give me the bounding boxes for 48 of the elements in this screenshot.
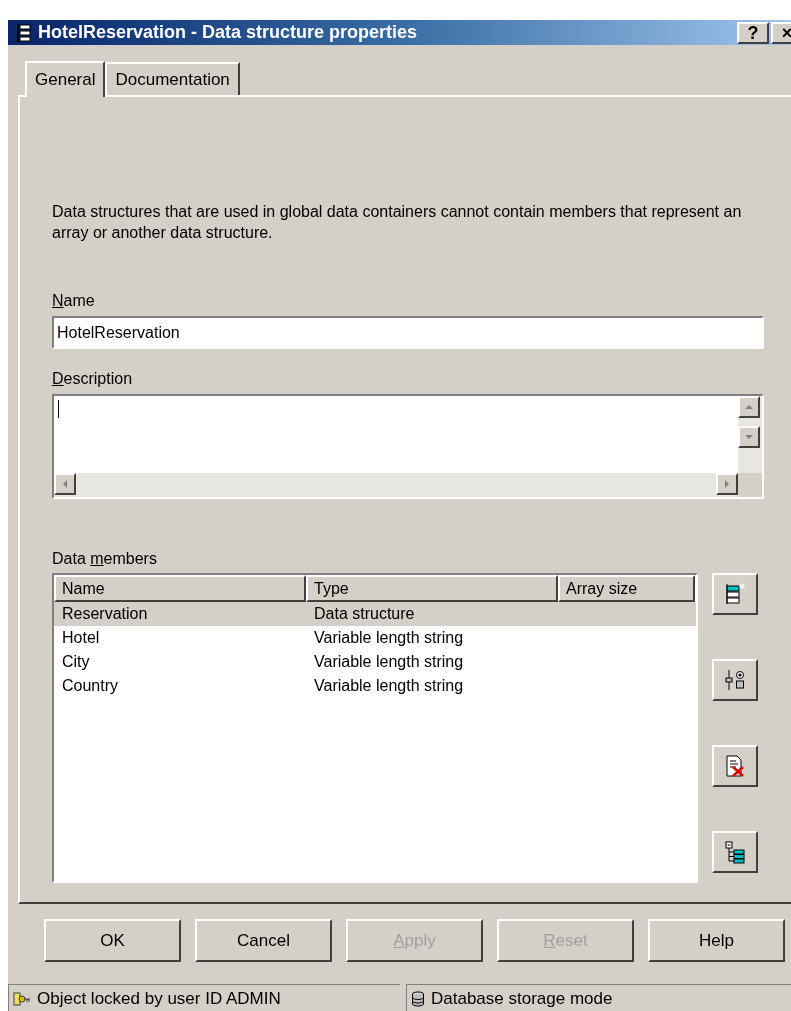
table-cell-text: Variable length string	[313, 652, 465, 672]
help-button[interactable]: ?	[737, 21, 769, 44]
tool-button[interactable]	[712, 745, 758, 787]
table-cell-text: Variable length string	[313, 628, 465, 648]
description-field[interactable]	[52, 394, 764, 499]
tree-structure-icon	[724, 840, 746, 864]
field-label: Description	[52, 369, 134, 389]
scroll-down-button[interactable]	[738, 426, 760, 448]
list-row[interactable]: Hotel Variable length string	[54, 626, 696, 650]
scrollbar-corner	[738, 473, 762, 497]
scroll-up-button[interactable]	[738, 396, 760, 418]
scroll-right-button[interactable]	[716, 473, 738, 495]
field-label: Data members	[52, 549, 158, 569]
field-label: Name	[52, 291, 96, 311]
tool-button[interactable]	[712, 659, 758, 701]
text-cursor	[58, 400, 59, 418]
info-text: Data structures that are used in global data containers cannot contain members that represent an array or another data structure.	[52, 202, 743, 243]
app-icon	[16, 22, 32, 43]
delete-document-icon	[724, 754, 746, 778]
list-row[interactable]: Reservation Data structure	[54, 602, 696, 626]
dialog-button[interactable]: OK	[44, 919, 181, 962]
status-text: Object locked by user ID ADMIN	[37, 987, 281, 1010]
add-row-icon	[724, 582, 746, 606]
close-button[interactable]: ×	[771, 21, 791, 44]
table-cell-text: Variable length string	[313, 676, 465, 696]
dialog-button[interactable]: Help	[648, 919, 785, 962]
name-field[interactable]: HotelReservation	[52, 316, 764, 349]
tool-button[interactable]	[712, 573, 758, 615]
column-header[interactable]: Array size	[558, 575, 695, 602]
dialog-button[interactable]: Cancel	[195, 919, 332, 962]
column-header[interactable]: Type	[306, 575, 558, 602]
list-row[interactable]: Country Variable length string	[54, 674, 696, 698]
database-icon	[411, 990, 425, 1007]
scroll-left-button[interactable]	[54, 473, 76, 495]
list-row[interactable]: City Variable length string	[54, 650, 696, 674]
table-cell-text: City	[61, 652, 91, 672]
column-header[interactable]: Name	[54, 575, 306, 602]
window-title: HotelReservation - Data structure properties	[38, 21, 418, 44]
table-cell-text: Hotel	[61, 628, 101, 648]
status-text: Database storage mode	[431, 987, 613, 1010]
table-cell-text: Reservation	[61, 604, 149, 624]
slider-control-icon	[724, 668, 746, 692]
table-cell-text: Country	[61, 676, 120, 696]
table-cell-text: Data structure	[313, 604, 416, 624]
tab[interactable]: Documentation	[105, 62, 240, 95]
tab[interactable]: General	[25, 61, 106, 97]
key-icon	[13, 991, 31, 1006]
tool-button[interactable]	[712, 831, 758, 873]
